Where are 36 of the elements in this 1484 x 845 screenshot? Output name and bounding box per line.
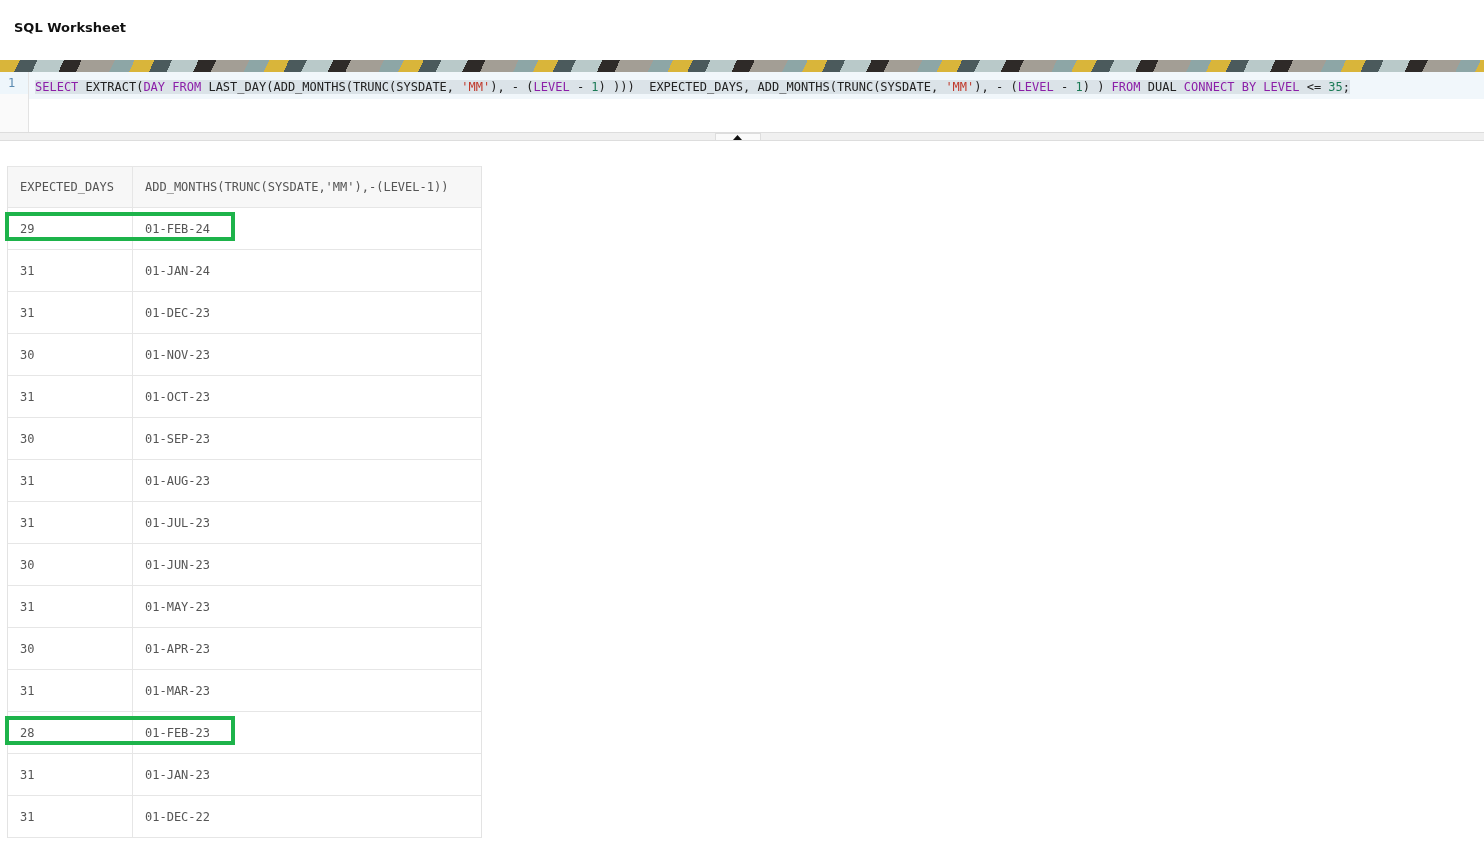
table-cell: 31: [8, 250, 133, 291]
worksheet-title: SQL Worksheet: [13, 19, 127, 37]
table-cell-text: 01-DEC-23: [144, 304, 212, 322]
table-cell: 31: [8, 292, 133, 333]
table-cell-text: 01-DEC-22: [144, 808, 212, 826]
splitter-handle[interactable]: [714, 133, 761, 140]
table-cell: 30: [8, 544, 133, 585]
table-cell-text: 01-JUN-23: [144, 556, 212, 574]
column-header[interactable]: EXPECTED_DAYS: [8, 167, 133, 207]
table-cell: 31: [8, 796, 133, 837]
table-cell: 31: [8, 460, 133, 501]
table-cell-text: 01-NOV-23: [144, 346, 212, 364]
table-cell: 31: [8, 754, 133, 795]
table-cell-text: 01-APR-23: [144, 640, 212, 658]
table-cell: 31: [8, 586, 133, 627]
collapse-up-icon[interactable]: [733, 135, 742, 140]
table-cell-text: 01-SEP-23: [144, 430, 212, 448]
table-cell-text: 01-FEB-24: [144, 220, 212, 238]
table-cell: 28: [8, 712, 133, 753]
table-cell: 31: [8, 670, 133, 711]
table-cell-text: 01-JUL-23: [144, 514, 212, 532]
table-cell-text: 01-JAN-24: [144, 262, 212, 280]
column-header[interactable]: ADD_MONTHS(TRUNC(SYSDATE,'MM'),-(LEVEL-1)): [133, 167, 481, 207]
table-cell-text: 01-JAN-23: [144, 766, 212, 784]
table-cell-text: 01-MAR-23: [144, 682, 212, 700]
line-number: 1: [0, 72, 28, 94]
table-cell-text: 01-OCT-23: [144, 388, 212, 406]
table-cell: 30: [8, 418, 133, 459]
table-cell: 29: [8, 208, 133, 249]
table-cell-text: 01-FEB-23: [144, 724, 212, 742]
table-cell-text: 01-AUG-23: [144, 472, 212, 490]
table-cell: 31: [8, 502, 133, 543]
table-cell: 30: [8, 628, 133, 669]
table-cell: 31: [8, 376, 133, 417]
table-cell-text: 01-MAY-23: [144, 598, 212, 616]
table-cell: 30: [8, 334, 133, 375]
